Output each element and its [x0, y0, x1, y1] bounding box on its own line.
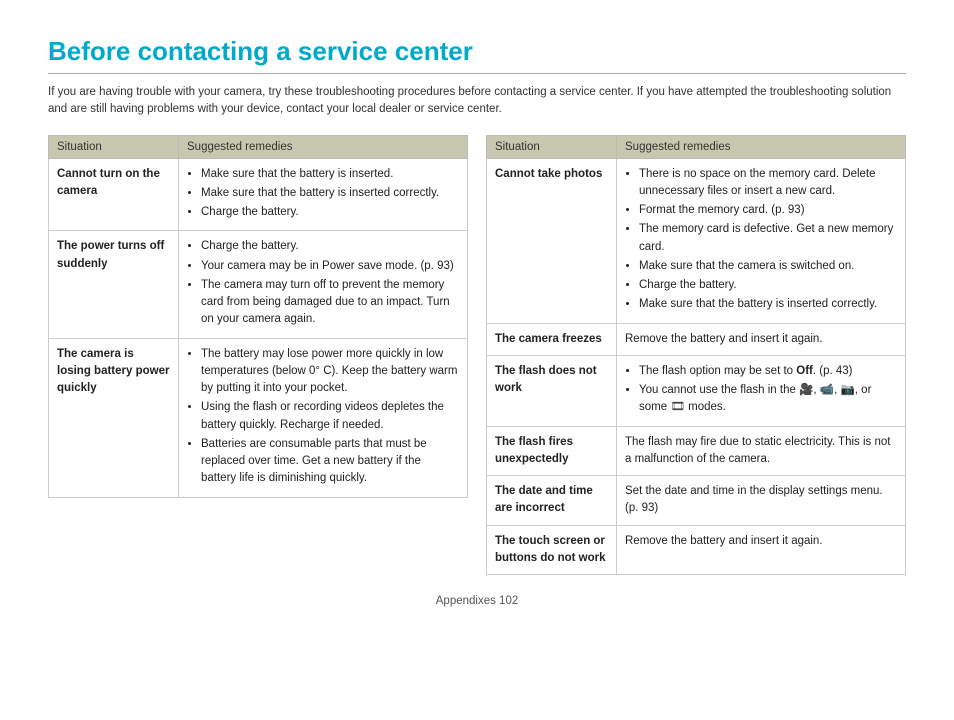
list-item: You cannot use the flash in the 🎥, 📹, 📷,…	[639, 382, 897, 417]
list-item: The camera may turn off to prevent the m…	[201, 277, 459, 329]
right-table-situation-3: The flash fires unexpectedly	[487, 426, 617, 476]
list-item: Make sure that the battery is inserted.	[201, 166, 459, 183]
list-item: Make sure that the battery is inserted c…	[639, 296, 897, 313]
left-table: Situation Suggested remedies Cannot turn…	[48, 135, 468, 498]
left-table-remedies-0: Make sure that the battery is inserted. M…	[179, 158, 468, 231]
right-table-situation-2: The flash does not work	[487, 355, 617, 426]
right-table-situation-0: Cannot take photos	[487, 158, 617, 323]
right-table-header-remedies: Suggested remedies	[617, 135, 906, 158]
right-table-header-situation: Situation	[487, 135, 617, 158]
left-table-situation-0: Cannot turn on the camera	[49, 158, 179, 231]
right-table: Situation Suggested remedies Cannot take…	[486, 135, 906, 576]
list-item: There is no space on the memory card. De…	[639, 166, 897, 201]
right-table-situation-4: The date and time are incorrect	[487, 476, 617, 526]
intro-text: If you are having trouble with your came…	[48, 84, 906, 119]
left-table-remedies-1: Charge the battery. Your camera may be in…	[179, 231, 468, 338]
right-table-remedies-5: Remove the battery and insert it again.	[617, 525, 906, 575]
list-item: Charge the battery.	[639, 277, 897, 294]
right-table-remedies-1: Remove the battery and insert it again.	[617, 323, 906, 355]
left-table-header-remedies: Suggested remedies	[179, 135, 468, 158]
list-item: The flash option may be set to Off. (p. …	[639, 363, 897, 380]
list-item: The memory card is defective. Get a new …	[639, 221, 897, 256]
list-item: Charge the battery.	[201, 238, 459, 255]
right-table-wrap: Situation Suggested remedies Cannot take…	[486, 135, 906, 576]
right-table-remedies-3: The flash may fire due to static electri…	[617, 426, 906, 476]
list-item: Your camera may be in Power save mode. (…	[201, 258, 459, 275]
list-item: Make sure that the battery is inserted c…	[201, 185, 459, 202]
right-table-remedies-0: There is no space on the memory card. De…	[617, 158, 906, 323]
right-table-situation-5: The touch screen or buttons do not work	[487, 525, 617, 575]
left-table-remedies-2: The battery may lose power more quickly …	[179, 338, 468, 497]
list-item: Batteries are consumable parts that must…	[201, 436, 459, 488]
list-item: Format the memory card. (p. 93)	[639, 202, 897, 219]
tables-container: Situation Suggested remedies Cannot turn…	[48, 135, 906, 576]
list-item: Charge the battery.	[201, 204, 459, 221]
page-title: Before contacting a service center	[48, 36, 906, 74]
left-table-header-situation: Situation	[49, 135, 179, 158]
left-table-situation-1: The power turns off suddenly	[49, 231, 179, 338]
list-item: The battery may lose power more quickly …	[201, 346, 459, 398]
left-table-situation-2: The camera is losing battery power quick…	[49, 338, 179, 497]
left-table-wrap: Situation Suggested remedies Cannot turn…	[48, 135, 468, 576]
list-item: Make sure that the camera is switched on…	[639, 258, 897, 275]
right-table-situation-1: The camera freezes	[487, 323, 617, 355]
right-table-remedies-4: Set the date and time in the display set…	[617, 476, 906, 526]
list-item: Using the flash or recording videos depl…	[201, 399, 459, 434]
right-table-remedies-2: The flash option may be set to Off. (p. …	[617, 355, 906, 426]
footer-text: Appendixes 102	[48, 595, 906, 607]
